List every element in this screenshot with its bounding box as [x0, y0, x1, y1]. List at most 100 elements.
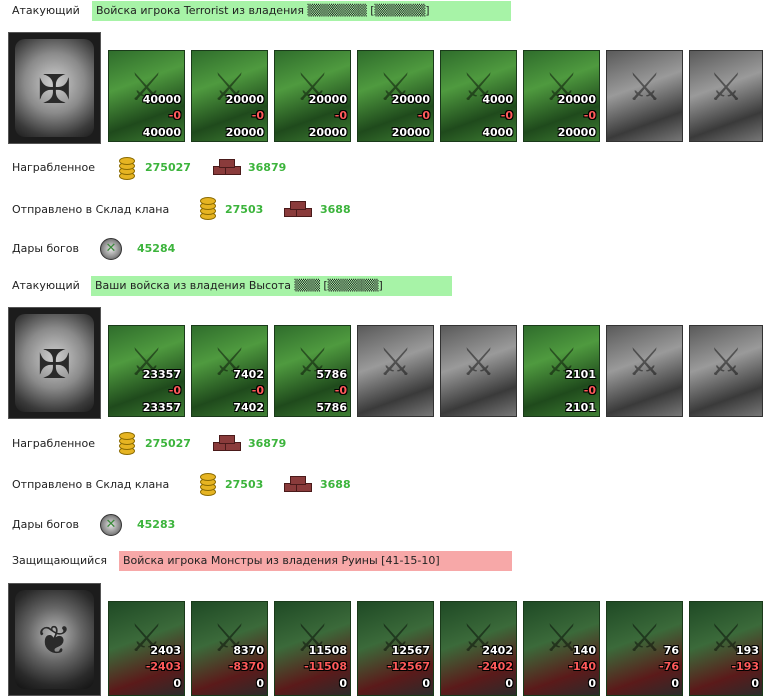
unit-tile[interactable]: ⚔ 2403 -2403 0 — [108, 601, 185, 696]
unit-remaining: 20000 — [225, 126, 264, 139]
unit-losses: -0 — [334, 109, 347, 122]
unit-tile[interactable]: ⚔ 140 -140 0 — [523, 601, 600, 696]
bricks-icon — [284, 200, 312, 218]
unit-losses: -193 — [731, 660, 759, 673]
unit-tile[interactable]: ⚔ 2101 -0 2101 — [523, 325, 600, 417]
loot-label: Награбленное — [12, 437, 95, 450]
unit-count: 4000 — [482, 93, 513, 106]
bricks-icon — [213, 434, 241, 452]
unit-remaining: 0 — [588, 677, 596, 690]
unit-losses: -12567 — [387, 660, 430, 673]
unit-count: 20000 — [225, 93, 264, 106]
unit-losses: -0 — [168, 109, 181, 122]
unit-portrait-icon: ⚔ — [708, 65, 744, 109]
army-banner: Войска игрока Монстры из владения Руины … — [119, 551, 512, 571]
unit-tile[interactable]: ⚔ 4000 -0 4000 — [440, 50, 517, 142]
unit-count: 7402 — [233, 368, 264, 381]
unit-remaining: 0 — [671, 677, 679, 690]
unit-losses: -0 — [417, 109, 430, 122]
unit-losses: -0 — [334, 384, 347, 397]
unit-portrait-icon: ⚔ — [708, 340, 744, 384]
unit-tile[interactable]: ⚔ 20000 -0 20000 — [274, 50, 351, 142]
unit-tile[interactable]: ⚔ — [606, 325, 683, 417]
unit-count: 193 — [736, 644, 759, 657]
unit-portrait-icon: ⚔ — [461, 340, 496, 384]
unit-tile[interactable]: ⚔ 2402 -2402 0 — [440, 601, 517, 696]
unit-losses: -0 — [251, 384, 264, 397]
defender-label: Защищающийся — [12, 554, 107, 567]
gift-icon: ✕ — [100, 514, 122, 536]
unit-portrait-icon: ⚔ — [627, 65, 662, 109]
clan-resource: 3688 — [320, 203, 351, 216]
loot-resource: 36879 — [248, 161, 287, 174]
clan-storage-label: Отправлено в Склад клана — [12, 478, 170, 491]
unit-losses: -0 — [168, 384, 181, 397]
unit-remaining: 20000 — [391, 126, 430, 139]
clan-gold: 27503 — [225, 203, 264, 216]
unit-count: 23357 — [142, 368, 181, 381]
unit-tile[interactable]: ⚔ 23357 -0 23357 — [108, 325, 185, 417]
unit-losses: -2403 — [145, 660, 181, 673]
unit-losses: -0 — [583, 384, 596, 397]
unit-remaining: 2101 — [565, 401, 596, 414]
unit-count: 76 — [663, 644, 679, 657]
clan-storage-label: Отправлено в Склад клана — [12, 203, 170, 216]
unit-remaining: 0 — [339, 677, 347, 690]
unit-losses: -2402 — [477, 660, 513, 673]
unit-losses: -0 — [583, 109, 596, 122]
unit-tile[interactable]: ⚔ 5786 -0 5786 — [274, 325, 351, 417]
unit-tile[interactable]: ⚔ 12567 -12567 0 — [357, 601, 434, 696]
unit-count: 20000 — [557, 93, 596, 106]
unit-tile[interactable]: ⚔ 40000 -0 40000 — [108, 50, 185, 142]
unit-losses: -8370 — [228, 660, 264, 673]
unit-portrait-icon: ⚔ — [627, 340, 662, 384]
unit-remaining: 4000 — [482, 126, 513, 139]
unit-tile[interactable]: ⚔ — [606, 50, 683, 142]
unit-remaining: 20000 — [308, 126, 347, 139]
unit-remaining: 20000 — [557, 126, 596, 139]
gods-gifts-value: 45283 — [137, 518, 176, 531]
gods-gifts-value: 45284 — [137, 242, 176, 255]
unit-tile[interactable]: ⚔ 11508 -11508 0 — [274, 601, 351, 696]
unit-count: 8370 — [233, 644, 264, 657]
unit-remaining: 0 — [751, 677, 759, 690]
army-banner: Войска игрока Terrorist из владения ▒▒▒▒… — [92, 1, 511, 21]
clan-gold: 27503 — [225, 478, 264, 491]
unit-count: 2402 — [482, 644, 513, 657]
gold-icon — [198, 472, 216, 496]
unit-tile[interactable]: ⚔ 8370 -8370 0 — [191, 601, 268, 696]
unit-losses: -0 — [500, 109, 513, 122]
gold-icon — [198, 196, 216, 220]
unit-tile[interactable]: ⚔ 7402 -0 7402 — [191, 325, 268, 417]
unit-remaining: 0 — [256, 677, 264, 690]
unit-tile[interactable]: ⚔ 20000 -0 20000 — [191, 50, 268, 142]
unit-remaining: 5786 — [316, 401, 347, 414]
gods-gifts-label: Дары богов — [12, 242, 80, 255]
gods-gifts-label: Дары богов — [12, 518, 80, 531]
unit-losses: -140 — [568, 660, 596, 673]
clan-resource: 3688 — [320, 478, 351, 491]
loot-resource: 36879 — [248, 437, 287, 450]
attacker-label: Атакующий — [12, 4, 80, 17]
gift-icon: ✕ — [100, 238, 122, 260]
unit-tile[interactable]: ⚔ — [357, 325, 434, 417]
unit-count: 12567 — [391, 644, 430, 657]
unit-tile[interactable]: ⚔ 76 -76 0 — [606, 601, 683, 696]
gold-icon — [117, 156, 135, 180]
attacker-label: Атакующий — [12, 279, 80, 292]
attacker-crest: ✠ — [8, 32, 101, 144]
army-banner: Ваши войска из владения Высота ▒▒▒ [▒▒▒▒… — [91, 276, 452, 296]
unit-tile[interactable]: ⚔ — [689, 325, 763, 417]
unit-count: 2101 — [565, 368, 596, 381]
loot-gold: 275027 — [145, 437, 191, 450]
unit-tile[interactable]: ⚔ 193 -193 0 — [689, 601, 763, 696]
unit-count: 20000 — [308, 93, 347, 106]
unit-tile[interactable]: ⚔ 20000 -0 20000 — [523, 50, 600, 142]
unit-count: 5786 — [316, 368, 347, 381]
unit-tile[interactable]: ⚔ 20000 -0 20000 — [357, 50, 434, 142]
unit-tile[interactable]: ⚔ — [440, 325, 517, 417]
unit-count: 11508 — [308, 644, 347, 657]
gold-icon — [117, 431, 135, 455]
unit-remaining: 7402 — [233, 401, 264, 414]
unit-tile[interactable]: ⚔ — [689, 50, 763, 142]
